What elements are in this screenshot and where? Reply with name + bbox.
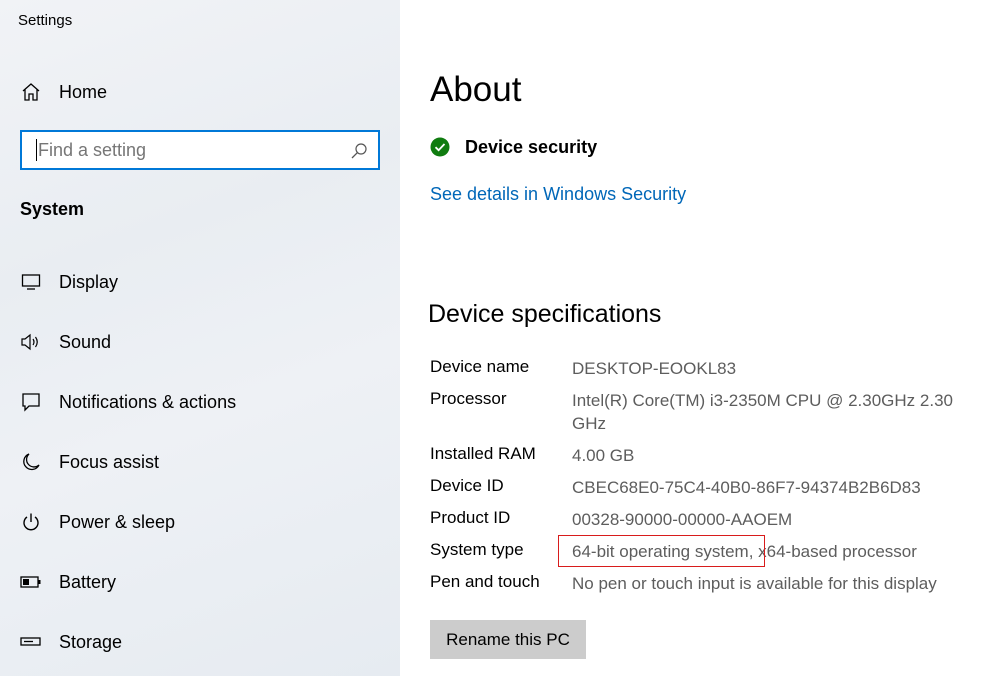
sidebar-item-label: Battery: [59, 571, 117, 592]
speaker-icon: [20, 331, 42, 353]
spec-value: Intel(R) Core(TM) i3-2350M CPU @ 2.30GHz…: [572, 391, 953, 433]
spec-key: Product ID: [430, 508, 511, 527]
page-title: About: [430, 70, 522, 109]
power-icon: [20, 511, 42, 533]
sidebar-item-battery[interactable]: Battery: [0, 560, 400, 604]
spec-value: 4.00 GB: [572, 446, 635, 465]
sidebar-item-storage[interactable]: Storage: [0, 620, 400, 664]
battery-icon: [20, 571, 42, 593]
sidebar-item-label: Storage: [59, 631, 123, 652]
device-specs-title: Device specifications: [428, 300, 662, 328]
spec-key: Device name: [430, 357, 530, 376]
device-security-row: Device security: [430, 134, 597, 160]
spec-key: Installed RAM: [430, 444, 536, 463]
nav-home[interactable]: Home: [0, 72, 400, 112]
sidebar: Settings Home System Display Sound Notif…: [0, 0, 400, 676]
sidebar-item-focus-assist[interactable]: Focus assist: [0, 440, 400, 484]
sidebar-item-label: Notifications & actions: [59, 391, 237, 412]
search-box[interactable]: [20, 130, 380, 170]
moon-icon: [20, 451, 42, 473]
sidebar-item-sound[interactable]: Sound: [0, 320, 400, 364]
storage-icon: [20, 631, 42, 653]
sidebar-item-power-sleep[interactable]: Power & sleep: [0, 500, 400, 544]
display-icon: [20, 271, 42, 293]
spec-value: CBEC68E0-75C4-40B0-86F7-94374B2B6D83: [572, 478, 921, 497]
spec-key: Device ID: [430, 476, 504, 495]
section-system-label: System: [20, 199, 85, 219]
sidebar-item-label: Focus assist: [59, 451, 160, 472]
notification-icon: [20, 391, 42, 413]
rename-pc-button[interactable]: Rename this PC: [430, 620, 586, 659]
spec-value: DESKTOP-EOOKL83: [572, 359, 737, 378]
sidebar-item-label: Sound: [59, 331, 112, 352]
app-title: Settings: [18, 12, 73, 29]
device-security-label: Device security: [465, 136, 598, 157]
home-icon: [20, 81, 42, 103]
sidebar-item-label: Display: [59, 271, 119, 292]
spec-value: No pen or touch input is available for t…: [572, 574, 937, 593]
spec-key: Processor: [430, 389, 507, 408]
spec-key: Pen and touch: [430, 572, 540, 591]
sidebar-item-display[interactable]: Display: [0, 260, 400, 304]
windows-security-link[interactable]: See details in Windows Security: [430, 184, 686, 205]
main-content: About Device security See details in Win…: [400, 0, 992, 676]
sidebar-item-notifications[interactable]: Notifications & actions: [0, 380, 400, 424]
sidebar-item-label: Power & sleep: [59, 511, 176, 532]
nav-home-label: Home: [59, 81, 108, 102]
search-input[interactable]: [36, 139, 336, 161]
spec-key: System type: [430, 540, 524, 559]
annotation-highlight-box: [558, 535, 765, 567]
check-circle-icon: [430, 137, 450, 157]
spec-value: 00328-90000-00000-AAOEM: [572, 510, 793, 529]
search-icon[interactable]: [350, 142, 368, 160]
